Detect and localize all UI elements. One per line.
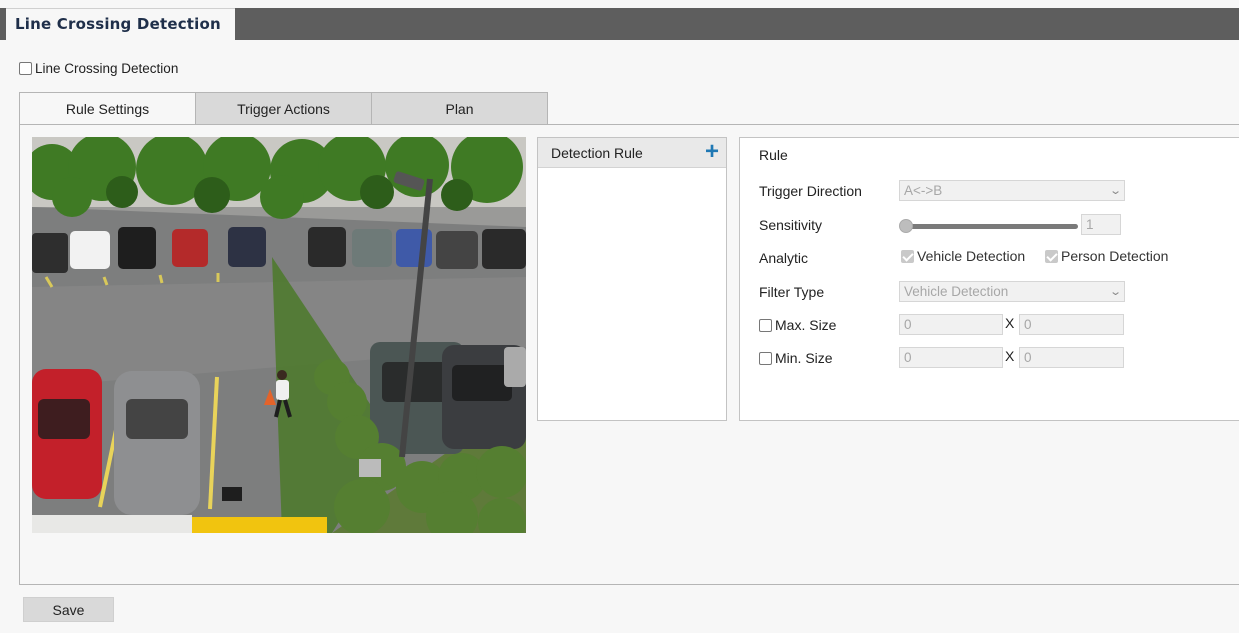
save-button[interactable]: Save [23,597,114,622]
title-bar: Line Crossing Detection [0,8,1239,40]
sensitivity-slider-track[interactable] [902,224,1078,229]
min-size-row[interactable]: Min. Size [759,350,833,366]
sensitivity-input[interactable]: 1 [1081,214,1121,235]
page-title: Line Crossing Detection [6,8,235,40]
detection-rule-title: Detection Rule [551,144,643,161]
max-size-height-input[interactable]: 0 [1019,314,1124,335]
analytic-label: Analytic [759,250,809,266]
min-size-label: Min. Size [775,350,833,366]
camera-video-feed[interactable] [32,137,526,533]
detection-rule-header: Detection Rule + [538,138,726,168]
max-size-label: Max. Size [775,317,837,333]
filter-type-value: Vehicle Detection [904,284,1009,299]
rule-settings-box: Rule Trigger Direction A<->B ⌄ Sensitivi… [739,137,1239,421]
min-size-height-input[interactable]: 0 [1019,347,1124,368]
filter-type-label: Filter Type [759,284,825,300]
enable-checkbox[interactable] [19,62,32,75]
enable-line-crossing[interactable]: Line Crossing Detection [19,61,178,76]
tab-plan[interactable]: Plan [371,92,548,125]
max-size-width-input[interactable]: 0 [899,314,1003,335]
vehicle-detection-option[interactable]: Vehicle Detection [901,248,1025,264]
sensitivity-slider-handle[interactable] [899,219,913,233]
vehicle-detection-label: Vehicle Detection [917,248,1026,264]
min-size-separator: X [1005,348,1015,364]
detection-rule-list: Detection Rule + [537,137,727,421]
min-size-checkbox[interactable] [759,351,772,365]
max-size-row[interactable]: Max. Size [759,317,836,333]
trigger-direction-label: Trigger Direction [759,183,862,199]
trigger-direction-value: A<->B [904,183,943,198]
chevron-down-icon: ⌄ [1108,185,1122,197]
tab-bar: Rule Settings Trigger Actions Plan [19,92,548,125]
enable-label: Line Crossing Detection [35,61,179,76]
sensitivity-label: Sensitivity [759,217,823,233]
parking-lot-scene [32,137,526,533]
max-size-checkbox[interactable] [759,318,772,332]
person-detection-label: Person Detection [1061,248,1169,264]
max-size-separator: X [1005,315,1015,331]
chevron-down-icon: ⌄ [1108,286,1122,298]
person-detection-checkbox[interactable] [1045,249,1058,263]
tab-rule-settings[interactable]: Rule Settings [19,92,196,125]
filter-type-select[interactable]: Vehicle Detection ⌄ [899,281,1125,302]
tab-trigger-actions[interactable]: Trigger Actions [195,92,372,125]
min-size-width-input[interactable]: 0 [899,347,1003,368]
person-detection-option[interactable]: Person Detection [1045,248,1168,264]
trigger-direction-select[interactable]: A<->B ⌄ [899,180,1125,201]
vehicle-detection-checkbox[interactable] [901,249,914,263]
plus-icon[interactable]: + [702,140,722,164]
rule-title: Rule [759,147,788,163]
